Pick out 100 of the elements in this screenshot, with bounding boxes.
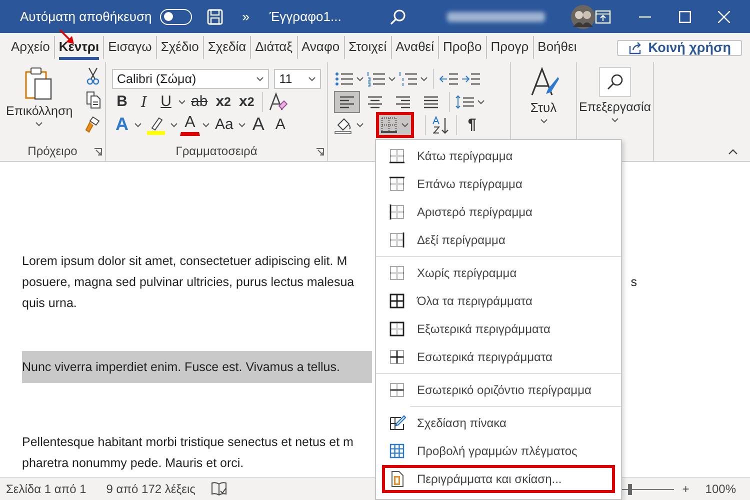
increase-indent-icon[interactable] bbox=[461, 70, 481, 86]
outside-border-icon bbox=[389, 321, 406, 337]
styles-icon bbox=[528, 67, 558, 97]
copy-icon[interactable] bbox=[84, 91, 101, 109]
ribbon-tab[interactable]: Διάταξ bbox=[251, 36, 298, 59]
dropdown-icon[interactable] bbox=[388, 76, 396, 82]
dropdown-icon[interactable] bbox=[477, 98, 485, 104]
font-color-button[interactable]: A bbox=[180, 114, 200, 136]
dropdown-icon[interactable] bbox=[202, 122, 210, 128]
dialog-launcher-icon[interactable] bbox=[94, 148, 102, 156]
highlighter-icon bbox=[147, 114, 165, 134]
dropdown-icon[interactable] bbox=[356, 122, 364, 128]
menu-item[interactable]: Εξωτερικά περιγράμματα bbox=[379, 315, 618, 343]
top-border-icon bbox=[389, 176, 406, 192]
dropdown-icon[interactable] bbox=[170, 122, 178, 128]
bullets-icon[interactable] bbox=[334, 70, 354, 86]
avatar-icon[interactable] bbox=[571, 4, 596, 28]
document-title: Έγγραφο1... bbox=[269, 9, 342, 24]
italic-button[interactable]: I bbox=[134, 90, 154, 112]
ribbon-tab[interactable]: Βοήθει bbox=[534, 36, 581, 59]
menu-item[interactable]: Κάτω περίγραμμα bbox=[379, 142, 618, 170]
decrease-indent-icon[interactable] bbox=[439, 70, 459, 86]
dropdown-icon[interactable] bbox=[256, 76, 264, 82]
menu-item[interactable]: Χωρίς περίγραμμα bbox=[379, 259, 618, 287]
close-icon[interactable] bbox=[718, 10, 730, 22]
paste-button[interactable]: Επικόλληση bbox=[6, 67, 73, 141]
none-border-icon bbox=[389, 265, 406, 281]
sort-icon[interactable] bbox=[431, 116, 451, 134]
save-icon[interactable] bbox=[206, 8, 224, 26]
ribbon-tab[interactable]: Εισαγω bbox=[104, 36, 157, 59]
ribbon-tab[interactable]: Στοιχεί bbox=[344, 36, 392, 59]
bold-button[interactable]: B bbox=[112, 90, 132, 112]
dialog-launcher-icon[interactable] bbox=[316, 148, 324, 156]
share-button[interactable]: Κοινή χρήση bbox=[617, 40, 742, 56]
ribbon-tab[interactable]: Προγρ bbox=[486, 36, 534, 59]
dropdown-icon[interactable] bbox=[238, 122, 246, 128]
draw-table-border-icon bbox=[389, 415, 406, 431]
ribbon-tab[interactable]: Αρχείο bbox=[7, 36, 55, 59]
ribbon-tab[interactable]: Σχέδιο bbox=[156, 36, 204, 59]
menu-item[interactable]: Περιγράμματα και σκίαση... bbox=[382, 465, 615, 493]
text-effects-button[interactable]: A bbox=[112, 114, 132, 136]
format-painter-icon[interactable] bbox=[84, 115, 101, 133]
search-icon[interactable] bbox=[389, 8, 408, 26]
align-right-icon bbox=[393, 94, 413, 110]
menu-item[interactable]: Εσωτερικά περιγράμματα bbox=[379, 343, 618, 371]
page-count[interactable]: Σελίδα 1 από 1 bbox=[6, 482, 86, 496]
font-size-field[interactable]: 11 bbox=[274, 68, 321, 88]
dropdown-icon[interactable] bbox=[35, 121, 44, 127]
menu-item[interactable]: Αριστερό περίγραμμα bbox=[379, 198, 618, 226]
dropdown-icon[interactable] bbox=[134, 122, 142, 128]
ribbon-tab[interactable]: Προβο bbox=[439, 36, 487, 59]
line-spacing-icon[interactable] bbox=[455, 94, 475, 110]
change-case-button[interactable]: Aa bbox=[212, 114, 236, 136]
text-line: posuere, magna sed pulvinar ultricies, purus lectus malesua bbox=[22, 274, 354, 288]
grow-font-button[interactable]: A bbox=[248, 114, 268, 136]
dropdown-icon[interactable] bbox=[178, 98, 186, 104]
dropdown-icon[interactable] bbox=[401, 122, 409, 128]
text-fragment: s bbox=[630, 274, 637, 288]
search-icon bbox=[606, 73, 624, 91]
numbering-icon[interactable] bbox=[366, 70, 386, 86]
menu-item[interactable]: Προβολή γραμμών πλέγματος bbox=[379, 437, 618, 465]
zoom-in-button[interactable]: + bbox=[682, 482, 690, 496]
menu-item[interactable]: Επάνω περίγραμμα bbox=[379, 170, 618, 198]
strikethrough-button[interactable]: ab bbox=[188, 90, 211, 112]
collapse-ribbon-icon[interactable] bbox=[728, 148, 738, 155]
maximize-icon[interactable] bbox=[678, 10, 691, 22]
proofing-icon[interactable] bbox=[211, 481, 228, 497]
menu-item[interactable]: Σχεδίαση πίνακα bbox=[379, 409, 618, 437]
word-count[interactable]: 9 από 172 λέξεις bbox=[106, 482, 196, 496]
menu-item[interactable]: Όλα τα περιγράμματα bbox=[379, 287, 618, 315]
clear-formatting-icon[interactable] bbox=[268, 92, 288, 112]
borders-button[interactable] bbox=[376, 112, 414, 138]
shading-icon[interactable] bbox=[334, 116, 354, 134]
ribbon-tab[interactable]: Κεντρι bbox=[54, 36, 104, 59]
shrink-font-button[interactable]: A bbox=[270, 114, 290, 136]
ribbon-display-icon[interactable] bbox=[595, 10, 612, 24]
more-commands[interactable]: » bbox=[242, 9, 250, 24]
borders-shading-border-icon bbox=[389, 471, 406, 487]
align-left-button[interactable] bbox=[334, 90, 360, 112]
show-formatting-button[interactable]: ¶ bbox=[462, 114, 482, 136]
dropdown-icon[interactable] bbox=[308, 76, 316, 82]
dropdown-icon[interactable] bbox=[611, 117, 619, 123]
menu-item[interactable]: Εσωτερικό οριζόντιο περίγραμμα bbox=[379, 376, 618, 404]
dropdown-icon[interactable] bbox=[356, 76, 364, 82]
dropdown-icon[interactable] bbox=[540, 118, 548, 124]
ribbon-tab[interactable]: Αναφο bbox=[298, 36, 345, 59]
align-left-icon bbox=[337, 94, 357, 110]
styles-button[interactable]: Στυλ bbox=[517, 67, 570, 141]
group-label: Γραμματοσειρά bbox=[176, 144, 258, 158]
ribbon-tab[interactable]: Σχεδία bbox=[204, 36, 252, 59]
autosave-toggle[interactable] bbox=[160, 8, 192, 24]
cut-icon[interactable] bbox=[84, 67, 101, 85]
menu-item[interactable]: Δεξί περίγραμμα bbox=[379, 226, 618, 254]
ribbon-tab[interactable]: Αναθεί bbox=[392, 36, 439, 59]
dropdown-icon[interactable] bbox=[420, 76, 428, 82]
zoom-slider-thumb[interactable] bbox=[628, 484, 632, 494]
multilevel-list-icon[interactable] bbox=[398, 70, 418, 86]
zoom-level[interactable]: 100% bbox=[705, 482, 736, 496]
font-name-field[interactable]: Calibri (Σώμα) bbox=[112, 68, 270, 88]
underline-button[interactable]: U bbox=[156, 90, 176, 112]
